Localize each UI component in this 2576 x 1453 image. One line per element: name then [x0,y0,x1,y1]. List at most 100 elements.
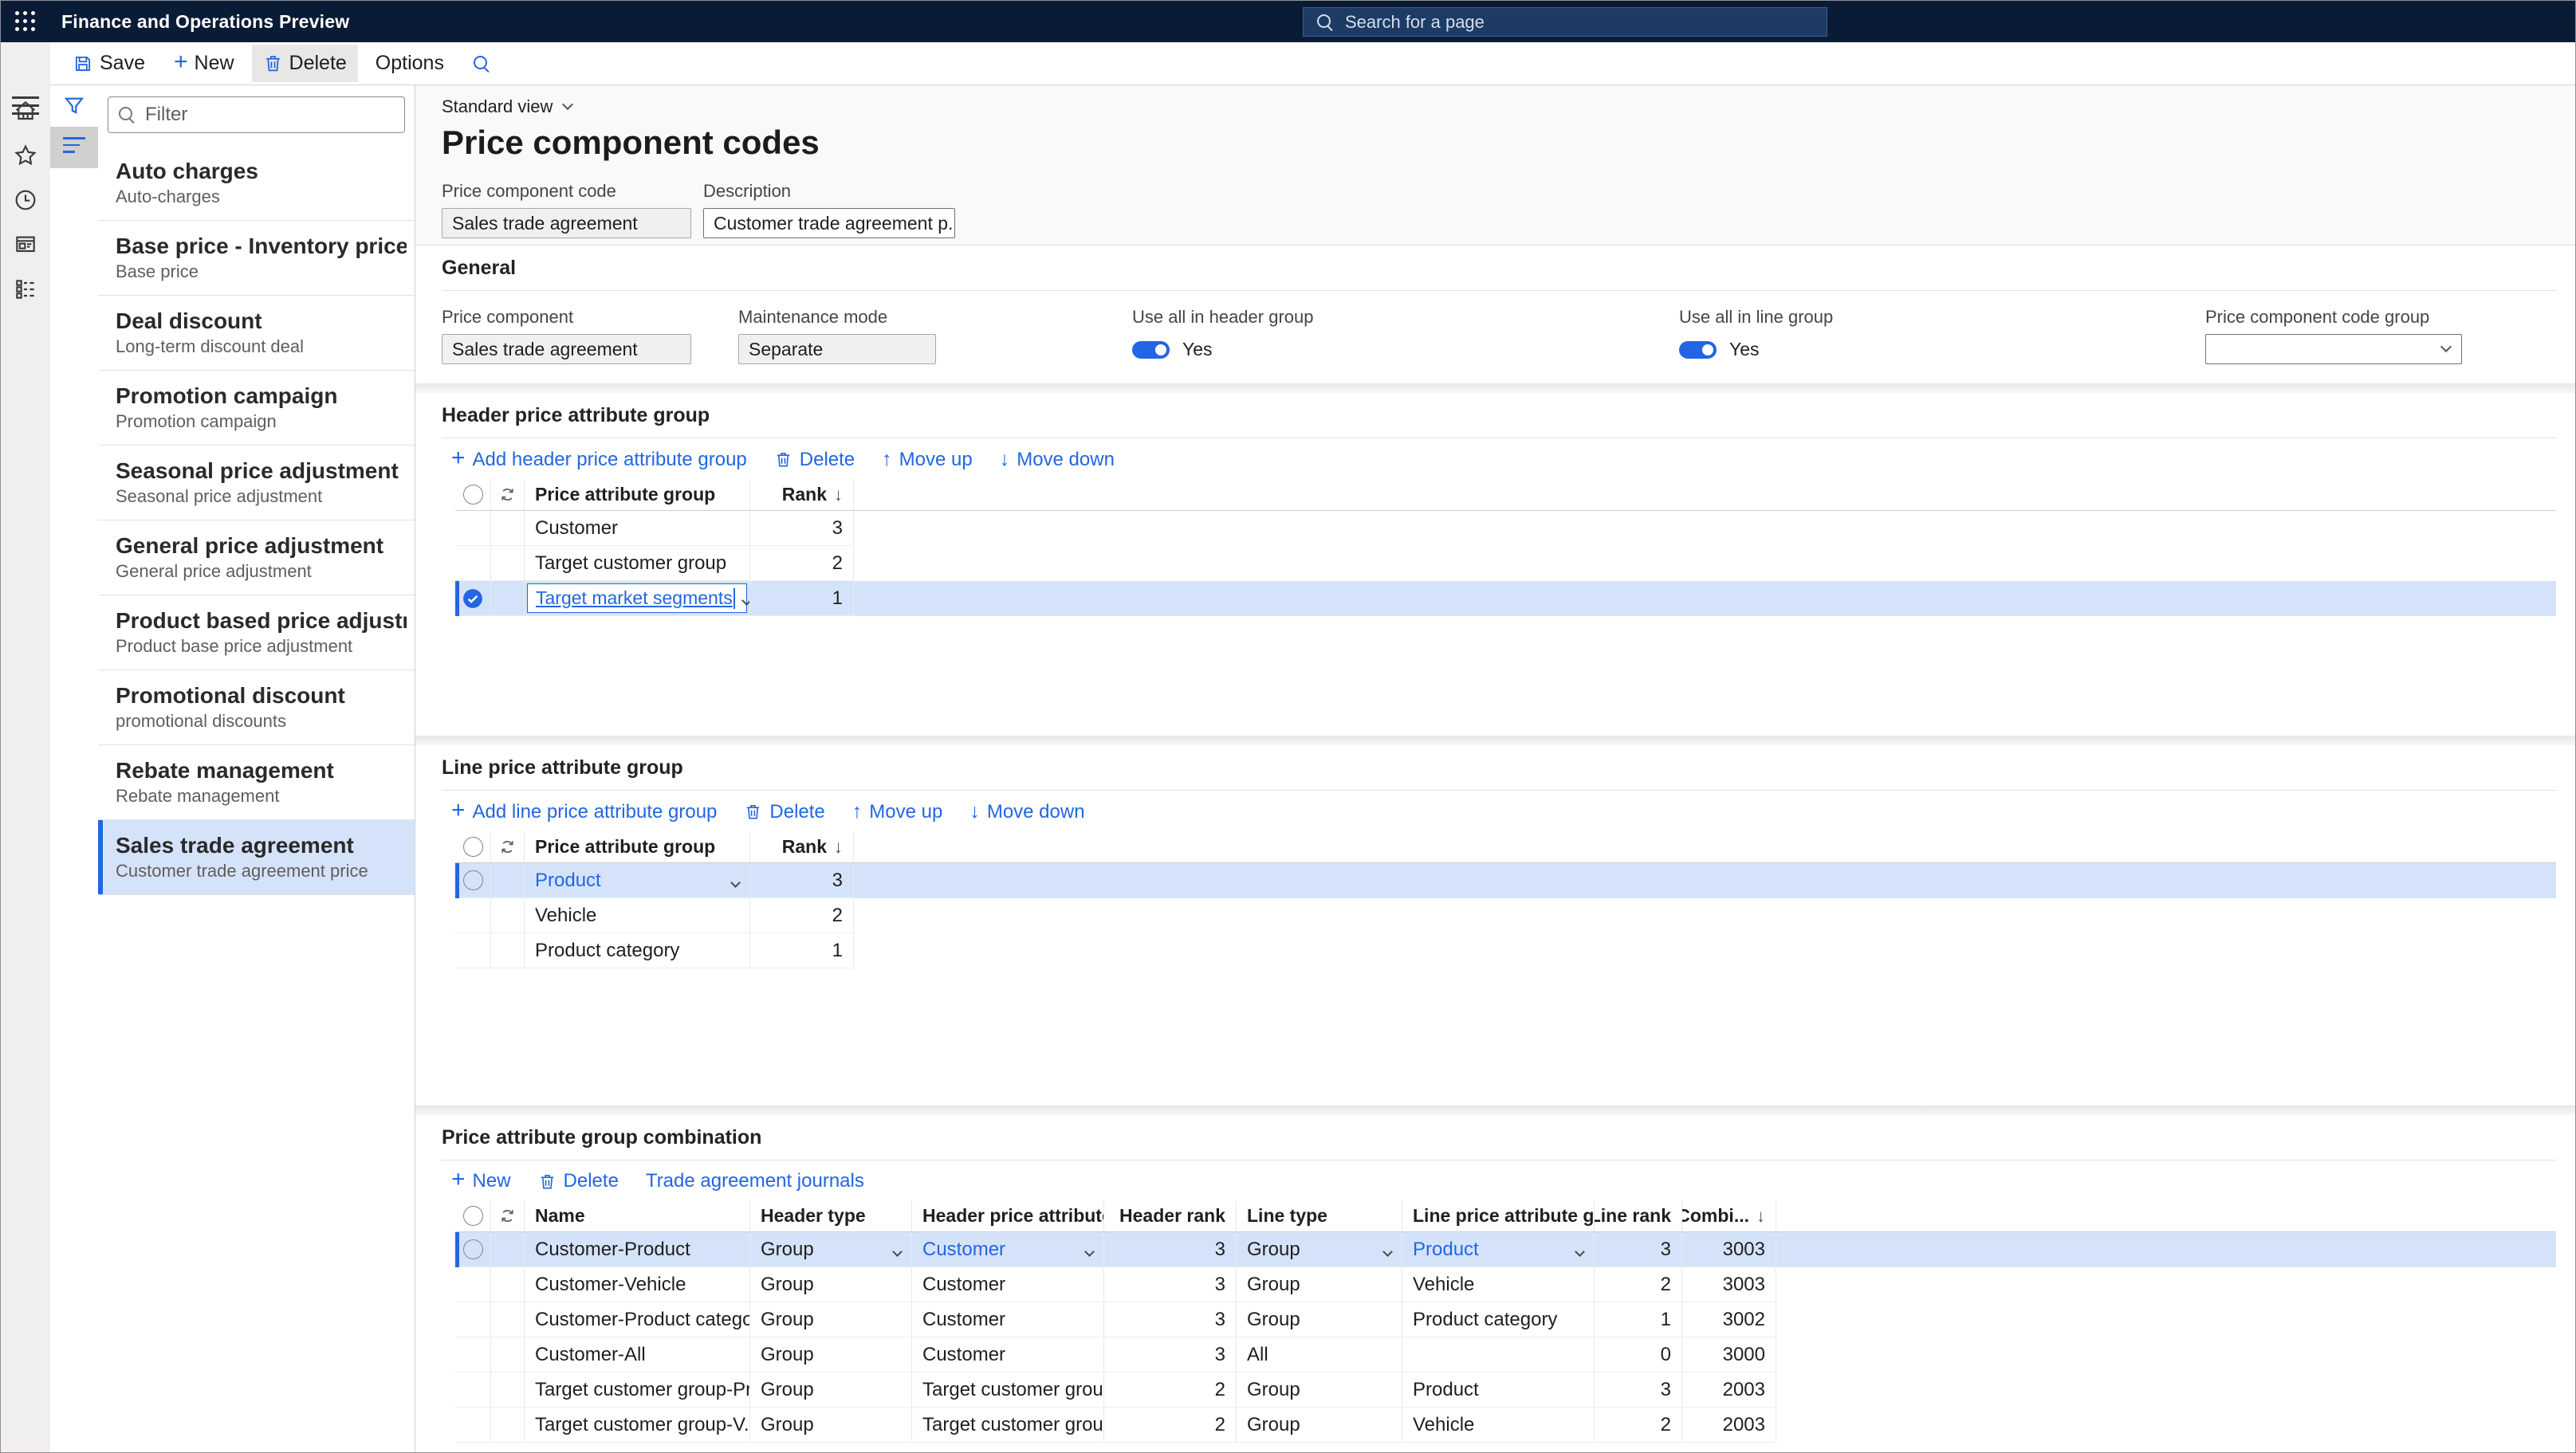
row-select-cell[interactable] [455,863,491,898]
save-button[interactable]: Save [61,45,156,82]
row-select-cell[interactable] [455,898,491,933]
table-row[interactable]: Customer3 [455,511,2556,546]
refresh-cell[interactable] [491,479,525,510]
list-item[interactable]: Auto chargesAuto-charges [98,146,415,221]
select-all-circle-icon [463,485,483,505]
delete-button[interactable]: Delete [252,45,358,82]
use-all-header-toggle[interactable] [1132,341,1170,359]
app-launcher-icon[interactable] [1,1,50,42]
move-up-button[interactable]: Move up [882,448,973,471]
refresh-cell[interactable] [491,1200,525,1231]
chevron-down-icon[interactable] [724,870,739,892]
price-attribute-group-cell: Vehicle [525,898,750,933]
select-all-cell[interactable] [455,1200,491,1231]
header-group-section: Header price attribute group Add header … [415,393,2575,736]
group-lookup-combobox[interactable]: Target market segments [527,583,747,613]
row-select-cell[interactable] [455,546,491,581]
list-item[interactable]: Seasonal price adjustmentSeasonal price … [98,446,415,520]
list-item[interactable]: Deal discountLong-term discount deal [98,296,415,371]
column-header-rank[interactable]: Rank [750,479,854,510]
header-type-cell: Group [750,1337,912,1372]
row-select-cell[interactable] [455,1232,491,1267]
section-divider [415,736,2575,745]
chevron-down-icon[interactable] [1568,1239,1583,1261]
list-item[interactable]: Product based price adjustm...Product ba… [98,595,415,670]
line-type-cell: Group [1237,1267,1402,1302]
new-button[interactable]: New [163,45,246,82]
move-down-button[interactable]: Move down [1000,448,1115,471]
table-row[interactable]: Customer-Product catego...GroupCustomer3… [455,1302,2556,1337]
home-icon[interactable] [13,98,38,124]
row-select-cell[interactable] [455,511,491,546]
header-group-value: Customer [922,1239,1005,1261]
workspace-icon[interactable] [13,232,38,257]
list-item[interactable]: Promotion campaignPromotion campaign [98,371,415,446]
row-select-cell[interactable] [455,1408,491,1443]
delete-header-group-button[interactable]: Delete [774,449,855,471]
table-row[interactable]: Customer-VehicleGroupCustomer3GroupVehic… [455,1267,2556,1302]
table-row[interactable]: Vehicle2 [455,898,2556,933]
list-item[interactable]: Base price - Inventory priceBase price [98,221,415,296]
row-select-cell[interactable] [455,933,491,968]
table-row[interactable]: Product3 [455,863,2556,898]
add-header-group-button[interactable]: Add header price attribute group [451,449,747,471]
row-select-cell[interactable] [455,1337,491,1372]
view-selector[interactable]: Standard view [442,96,572,117]
row-select-cell[interactable] [455,1267,491,1302]
filter-funnel-icon[interactable] [50,85,98,127]
chevron-down-icon[interactable] [735,587,750,610]
chevron-down-icon[interactable] [1078,1239,1093,1261]
arrow-down-icon [1000,448,1010,471]
new-combination-button[interactable]: New [451,1170,511,1192]
options-button[interactable]: Options [364,45,455,82]
select-all-cell[interactable] [455,831,491,862]
use-all-line-toggle[interactable] [1679,341,1717,359]
header-group-cell[interactable]: Customer [912,1232,1104,1267]
move-up-button[interactable]: Move up [852,800,943,823]
description-field[interactable]: Customer trade agreement p... [703,208,955,238]
header-type-cell[interactable]: Group [750,1232,912,1267]
refresh-icon [498,838,517,856]
list-item[interactable]: General price adjustmentGeneral price ad… [98,520,415,595]
delete-line-group-button[interactable]: Delete [744,801,824,823]
code-group-dropdown[interactable] [2205,334,2462,364]
show-list-icon[interactable] [50,127,98,168]
list-item[interactable]: Sales trade agreementCustomer trade agre… [98,820,415,895]
recent-clock-icon[interactable] [13,187,38,213]
chevron-down-icon[interactable] [1376,1239,1391,1261]
row-select-cell[interactable] [455,1302,491,1337]
trade-agreement-journals-button[interactable]: Trade agreement journals [646,1170,864,1192]
price-attribute-group-cell[interactable]: Product [525,863,750,898]
filter-strip [50,85,98,1452]
table-row[interactable]: Target market segments1 [455,581,2556,616]
price-attribute-group-cell: Product category [525,933,750,968]
column-header-rank[interactable]: Rank [750,831,854,862]
add-line-group-button[interactable]: Add line price attribute group [451,801,717,823]
refresh-cell[interactable] [491,831,525,862]
move-down-button[interactable]: Move down [969,800,1084,823]
table-row[interactable]: Product category1 [455,933,2556,968]
row-select-cell[interactable] [455,581,491,616]
action-search-icon[interactable] [473,55,490,73]
table-row[interactable]: Customer-AllGroupCustomer3All03000 [455,1337,2556,1372]
delete-combination-button[interactable]: Delete [538,1170,619,1192]
list-item-title: Rebate management [116,757,407,784]
page-search-input[interactable]: Search for a page [1303,7,1827,37]
table-row[interactable]: Target customer group2 [455,546,2556,581]
table-row[interactable]: Customer-ProductGroupCustomer3GroupProdu… [455,1232,2556,1267]
line-group-cell[interactable]: Product [1402,1232,1595,1267]
list-item[interactable]: Rebate managementRebate management [98,745,415,820]
table-row[interactable]: Target customer group-V...GroupTarget cu… [455,1408,2556,1443]
filter-input[interactable]: Filter [108,96,405,133]
row-select-cell[interactable] [455,1372,491,1408]
select-all-cell[interactable] [455,479,491,510]
price-attribute-group-cell[interactable]: Target market segments [525,581,750,616]
line-type-cell[interactable]: Group [1237,1232,1402,1267]
list-item[interactable]: Promotional discountpromotional discount… [98,670,415,745]
table-row[interactable]: Target customer group-Pr...GroupTarget c… [455,1372,2556,1408]
chevron-down-icon[interactable] [886,1239,901,1261]
modules-icon[interactable] [13,277,38,302]
column-header[interactable]: Combi... [1682,1200,1776,1231]
name-cell: Customer-Product [525,1232,750,1267]
favorites-star-icon[interactable] [13,143,38,168]
